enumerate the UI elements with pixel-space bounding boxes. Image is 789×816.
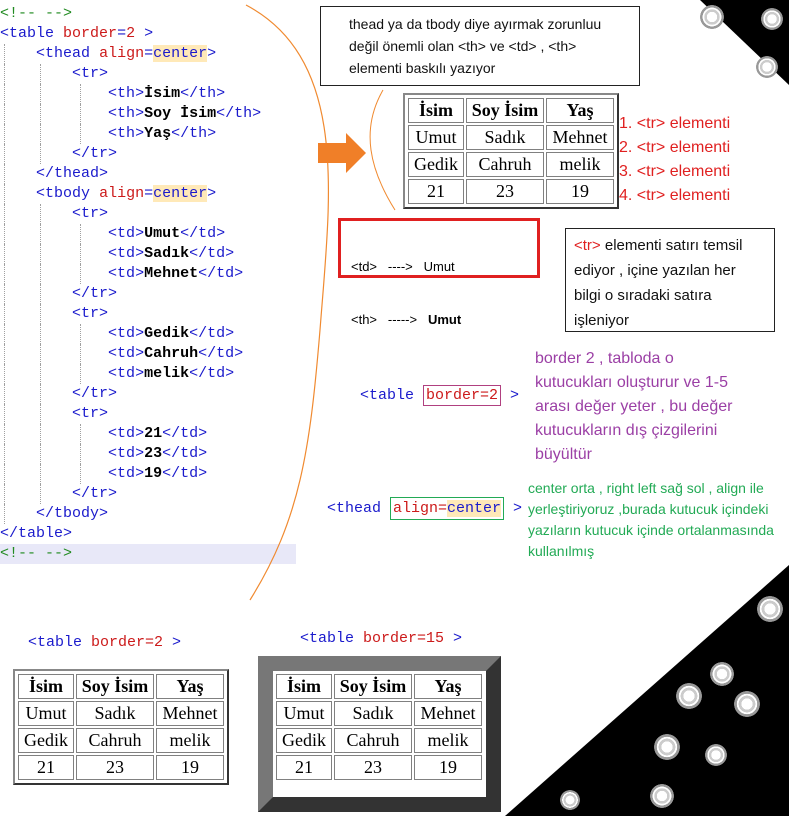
border-code-sample: <table border=2 > xyxy=(360,385,520,406)
sparkle-icon xyxy=(654,734,680,760)
compare-th-line: <th> -----> Umut xyxy=(351,312,462,327)
table-row: 21 23 19 xyxy=(276,755,482,780)
sparkle-icon xyxy=(710,662,734,686)
tr-label: 2. <tr> elementi xyxy=(619,139,731,156)
sparkle-icon xyxy=(757,596,783,622)
sparkle-icon xyxy=(756,56,778,78)
callout-curve xyxy=(369,89,396,211)
sparkle-icon xyxy=(560,790,580,810)
table-cell: melik xyxy=(156,728,224,753)
border15-table: İsim Soy İsim Yaş Umut Sadık Mehnet Gedi… xyxy=(274,672,484,782)
table-cell: 23 xyxy=(334,755,412,780)
table-header-row: İsim Soy İsim Yaş xyxy=(18,674,224,699)
table-cell: Gedik xyxy=(408,152,464,177)
table-cell: Umut xyxy=(408,125,464,150)
table-row: Umut Sadık Mehnet xyxy=(18,701,224,726)
border2-label: <table border=2 > xyxy=(28,634,182,651)
table-cell: Umut xyxy=(18,701,74,726)
tr-label-list: 1. <tr> elementi 2. <tr> elementi 3. <tr… xyxy=(619,112,730,208)
table-header-cell: İsim xyxy=(408,98,464,123)
note-thead-tbody: thead ya da tbody diye ayırmak zorunluu … xyxy=(320,6,640,86)
table-cell: 19 xyxy=(156,755,224,780)
table-cell: melik xyxy=(546,152,614,177)
table-cell: Mehnet xyxy=(156,701,224,726)
table-header-cell: İsim xyxy=(18,674,74,699)
table-row: Gedik Cahruh melik xyxy=(408,152,614,177)
table-cell: 23 xyxy=(466,179,544,204)
table-cell: Gedik xyxy=(276,728,332,753)
center-note: center orta , right left sağ sol , align… xyxy=(528,480,774,559)
table-header-cell: Yaş xyxy=(156,674,224,699)
td-th-compare-box: <td> ----> Umut <th> -----> Umut xyxy=(338,218,540,327)
table-header-row: İsim Soy İsim Yaş xyxy=(276,674,482,699)
table-cell: Sadık xyxy=(334,701,412,726)
tr-label: 4. <tr> elementi xyxy=(619,187,731,204)
border2-table-wrap: İsim Soy İsim Yaş Umut Sadık Mehnet Gedi… xyxy=(13,669,229,785)
table-cell: Cahruh xyxy=(466,152,544,177)
sparkle-icon xyxy=(700,5,724,29)
border15-label: <table border=15 > xyxy=(300,630,463,647)
border-note: border 2 , tabloda o kutucukları oluştur… xyxy=(535,350,733,463)
table-cell: Sadık xyxy=(76,701,154,726)
table-cell: Cahruh xyxy=(334,728,412,753)
table-header-cell: Yaş xyxy=(414,674,482,699)
table-cell: Sadık xyxy=(466,125,544,150)
table-cell: Umut xyxy=(276,701,332,726)
table-header-cell: İsim xyxy=(276,674,332,699)
table-row: Umut Sadık Mehnet xyxy=(276,701,482,726)
table-header-row: İsim Soy İsim Yaş xyxy=(408,98,614,123)
table-cell: 19 xyxy=(414,755,482,780)
tr-label: 1. <tr> elementi xyxy=(619,115,731,132)
table-header-cell: Soy İsim xyxy=(76,674,154,699)
table-cell: 19 xyxy=(546,179,614,204)
table-cell: Mehnet xyxy=(414,701,482,726)
table-row: 21 23 19 xyxy=(18,755,224,780)
table-row: Umut Sadık Mehnet xyxy=(408,125,614,150)
main-table-wrap: İsim Soy İsim Yaş Umut Sadık Mehnet Gedi… xyxy=(403,93,619,209)
table-row: Gedik Cahruh melik xyxy=(18,728,224,753)
sparkle-icon xyxy=(734,691,760,717)
sparkle-icon xyxy=(676,683,702,709)
compare-td-line: <td> ----> Umut xyxy=(351,259,455,274)
sparkle-icon xyxy=(650,784,674,808)
table-cell: 21 xyxy=(408,179,464,204)
table-header-cell: Soy İsim xyxy=(466,98,544,123)
table-cell: Cahruh xyxy=(76,728,154,753)
sparkle-icon xyxy=(761,8,783,30)
align-code-sample: <thead align=center > xyxy=(327,497,522,520)
border15-table-wrap: İsim Soy İsim Yaş Umut Sadık Mehnet Gedi… xyxy=(258,656,501,812)
table-header-cell: Soy İsim xyxy=(334,674,412,699)
table-cell: 21 xyxy=(276,755,332,780)
main-table: İsim Soy İsim Yaş Umut Sadık Mehnet Gedi… xyxy=(406,96,616,206)
table-row: Gedik Cahruh melik xyxy=(276,728,482,753)
table-cell: Mehnet xyxy=(546,125,614,150)
border2-table: İsim Soy İsim Yaş Umut Sadık Mehnet Gedi… xyxy=(16,672,226,782)
table-header-cell: Yaş xyxy=(546,98,614,123)
note-tr-element: <tr> elementi satırı temsil ediyor , içi… xyxy=(565,228,775,332)
divider-curve xyxy=(245,4,330,601)
table-cell: 23 xyxy=(76,755,154,780)
sparkle-icon xyxy=(705,744,727,766)
tr-label: 3. <tr> elementi xyxy=(619,163,731,180)
table-row: 21 23 19 xyxy=(408,179,614,204)
table-cell: Gedik xyxy=(18,728,74,753)
table-cell: 21 xyxy=(18,755,74,780)
table-cell: melik xyxy=(414,728,482,753)
